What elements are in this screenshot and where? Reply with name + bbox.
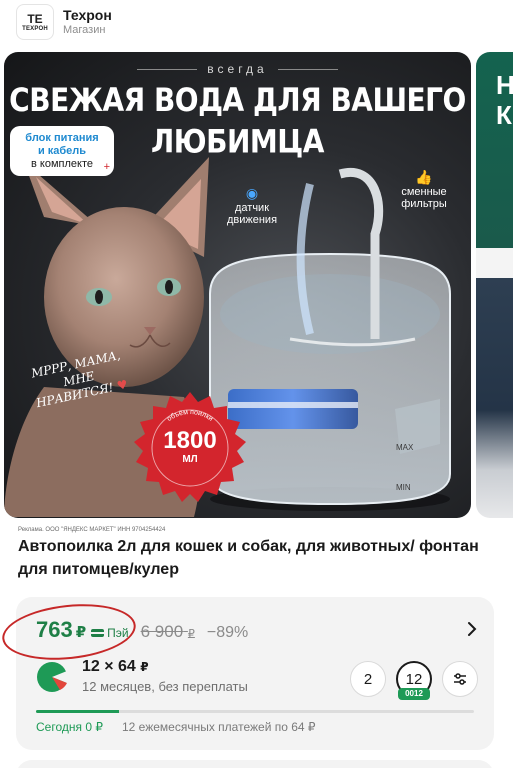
banner-kicker: всегда (4, 62, 471, 76)
fountain-max-label: MAX (396, 443, 414, 452)
store-subtitle: Магазин (63, 24, 106, 36)
installment-amount: 12 × 64 ₽ (82, 658, 149, 676)
store-header[interactable]: ТЕ ТЕХРОН Техрон Магазин (16, 4, 112, 40)
payment-progress-bar (36, 710, 474, 713)
price-row: 763 ₽ Пэй 6 900 ₽ −89% (36, 617, 248, 645)
filter-settings-button[interactable] (442, 661, 478, 697)
power-supply-badge: блок питания и кабель в комплекте + (10, 126, 114, 176)
term-option-2[interactable]: 2 (350, 661, 386, 697)
product-title: Автопоилка 2л для кошек и собак, для жив… (18, 538, 479, 578)
sliders-icon (454, 673, 466, 685)
split-logo-icon (37, 662, 68, 692)
discount-percent: −89% (206, 624, 249, 641)
current-price: 763 (36, 617, 73, 642)
installment-currency: ₽ (140, 660, 149, 674)
product-image-gallery[interactable]: всегда СВЕЖАЯ ВОДА ДЛЯ ВАШЕГО ЛЮБИМЦА бл… (4, 52, 471, 518)
next-card-text: Н К (496, 70, 513, 130)
payment-today: Сегодня 0 ₽ (36, 720, 103, 734)
price-card[interactable]: 763 ₽ Пэй 6 900 ₽ −89% 12 × 64 ₽ 12 меся… (16, 597, 494, 750)
current-price-currency: ₽ (75, 624, 87, 641)
fountain-min-label: MIN (396, 483, 411, 492)
pay-label: Пэй (107, 626, 129, 640)
term-badge: 0012 (398, 688, 430, 700)
payment-progress-fill (36, 710, 120, 713)
old-price-value: 6 900 (140, 622, 184, 641)
badge-line-2: и кабель (37, 145, 87, 157)
chevron-right-icon[interactable] (464, 621, 480, 637)
old-price-currency: ₽ (187, 628, 195, 640)
pay-card-icon (91, 629, 105, 637)
banner-title-line-1: СВЕЖАЯ ВОДА ДЛЯ ВАШЕГО (9, 81, 466, 120)
installment-description: 12 месяцев, без переплаты (82, 679, 248, 694)
store-logo[interactable]: ТЕ ТЕХРОН (16, 4, 54, 40)
next-card-image (476, 278, 513, 518)
badge-line-3: в комплекте (31, 158, 93, 170)
next-section-card (16, 760, 494, 768)
installment-amount-value: 12 × 64 (82, 658, 136, 675)
old-price: 6 900 ₽ (141, 622, 195, 642)
ad-disclaimer: Реклама. ООО "ЯНДЕКС МАРКЕТ" ИНН 9704254… (18, 527, 166, 533)
next-card-divider (476, 248, 513, 278)
seal-volume-unit: МЛ (182, 454, 198, 465)
next-gallery-card[interactable]: Н К (476, 52, 513, 518)
store-logo-mark: ТЕ (27, 11, 43, 26)
badge-line-1: блок питания (25, 132, 99, 144)
payment-schedule: 12 ежемесячных платежей по 64 ₽ (122, 720, 316, 734)
seal-volume-value: 1800 (163, 427, 217, 454)
store-name[interactable]: Техрон (63, 7, 112, 23)
store-meta: Техрон Магазин (63, 7, 112, 37)
badge-plus: + (103, 161, 110, 173)
heart-icon: ♥ (115, 377, 130, 394)
store-logo-text: ТЕХРОН (22, 25, 48, 32)
